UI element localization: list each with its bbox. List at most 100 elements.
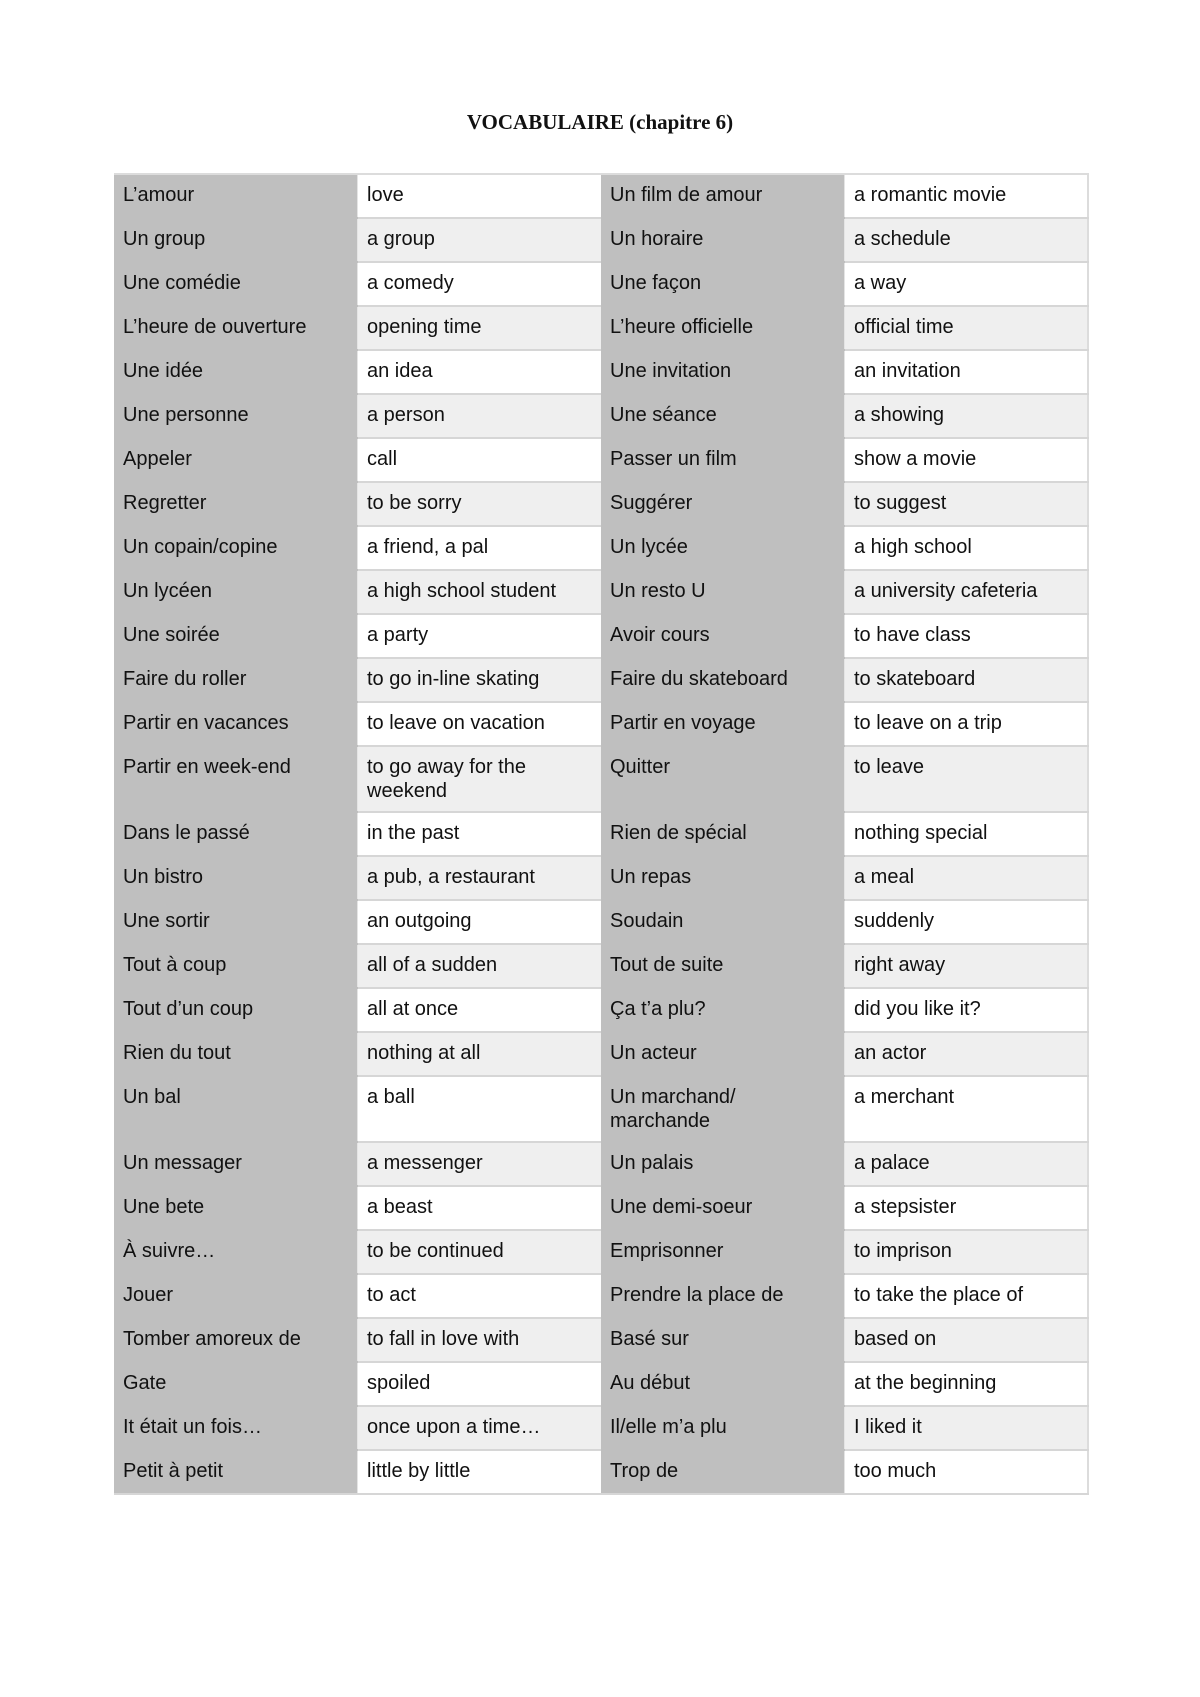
- french-term-cell: Regretter: [114, 482, 358, 527]
- english-translation-cell: little by little: [357, 1450, 601, 1495]
- table-row: À suivre… to be continued Emprisonner to im…: [114, 1230, 1088, 1275]
- english-translation-cell: an invitation: [844, 350, 1088, 395]
- english-translation-cell: at the beginning: [844, 1362, 1088, 1407]
- english-translation-cell: nothing at all: [357, 1032, 601, 1077]
- english-translation-cell: an idea: [357, 350, 601, 395]
- english-translation-cell: love: [357, 174, 601, 219]
- table-row: Petit à petit little by little Trop de too …: [114, 1450, 1088, 1495]
- french-term-cell: L’amour: [114, 174, 358, 219]
- french-term-cell: Il/elle m’a plu: [601, 1406, 845, 1451]
- english-translation-cell: in the past: [357, 812, 601, 857]
- french-term-cell: Un group: [114, 218, 358, 263]
- english-translation-cell: to leave on vacation: [357, 702, 601, 747]
- english-translation-cell: to leave on a trip: [844, 702, 1088, 747]
- french-term-cell: Rien du tout: [114, 1032, 358, 1077]
- french-term-cell: Au début: [601, 1362, 845, 1407]
- english-translation-cell: a messenger: [357, 1142, 601, 1187]
- french-term-cell: Petit à petit: [114, 1450, 358, 1495]
- french-term-cell: Basé sur: [601, 1318, 845, 1363]
- french-term-cell: À suivre…: [114, 1230, 358, 1275]
- french-term-cell: Gate: [114, 1362, 358, 1407]
- french-term-cell: L’heure officielle: [601, 306, 845, 351]
- french-term-cell: Une comédie: [114, 262, 358, 307]
- french-term-cell: Partir en week-end: [114, 746, 358, 813]
- french-term-cell: L’heure de ouverture: [114, 306, 358, 351]
- table-row: Regretter to be sorry Suggérer to suggest: [114, 482, 1088, 527]
- french-term-cell: Faire du roller: [114, 658, 358, 703]
- french-term-cell: Un lycéen: [114, 570, 358, 615]
- table-row: Gate spoiled Au début at the beginning: [114, 1362, 1088, 1407]
- french-term-cell: Quitter: [601, 746, 845, 813]
- french-term-cell: Avoir cours: [601, 614, 845, 659]
- french-term-cell: Emprisonner: [601, 1230, 845, 1275]
- english-translation-cell: all of a sudden: [357, 944, 601, 989]
- english-translation-cell: to have class: [844, 614, 1088, 659]
- english-translation-cell: a romantic movie: [844, 174, 1088, 219]
- english-translation-cell: to act: [357, 1274, 601, 1319]
- table-row: Faire du roller to go in-line skating Fair…: [114, 658, 1088, 703]
- french-term-cell: Rien de spécial: [601, 812, 845, 857]
- english-translation-cell: a friend, a pal: [357, 526, 601, 571]
- french-term-cell: Un copain/copine: [114, 526, 358, 571]
- french-term-cell: Une idée: [114, 350, 358, 395]
- english-translation-cell: to suggest: [844, 482, 1088, 527]
- english-translation-cell: official time: [844, 306, 1088, 351]
- french-term-cell: Suggérer: [601, 482, 845, 527]
- table-row: L’amour love Un film de amour a romantic mo…: [114, 174, 1088, 219]
- english-translation-cell: show a movie: [844, 438, 1088, 483]
- french-term-cell: Une façon: [601, 262, 845, 307]
- french-term-cell: Un messager: [114, 1142, 358, 1187]
- english-translation-cell: a high school student: [357, 570, 601, 615]
- english-translation-cell: too much: [844, 1450, 1088, 1495]
- table-row: L’heure de ouverture opening time L’heure …: [114, 306, 1088, 351]
- vocabulary-table-body: L’amour love Un film de amour a romantic mo…: [114, 174, 1088, 1495]
- page-title: VOCABULAIRE (chapitre 6): [466, 110, 734, 134]
- english-translation-cell: a group: [357, 218, 601, 263]
- english-translation-cell: a way: [844, 262, 1088, 307]
- french-term-cell: Soudain: [601, 900, 845, 945]
- french-term-cell: Une bete: [114, 1186, 358, 1231]
- table-row: Un bal a ball Un marchand/ marchande a merc…: [114, 1076, 1088, 1143]
- english-translation-cell: a ball: [357, 1076, 601, 1143]
- french-term-cell: Un lycée: [601, 526, 845, 571]
- english-translation-cell: opening time: [357, 306, 601, 351]
- english-translation-cell: a party: [357, 614, 601, 659]
- english-translation-cell: right away: [844, 944, 1088, 989]
- table-row: Appeler call Passer un film show a movie: [114, 438, 1088, 483]
- french-term-cell: Appeler: [114, 438, 358, 483]
- french-term-cell: Une soirée: [114, 614, 358, 659]
- table-row: Une idée an idea Une invitation an invitati…: [114, 350, 1088, 395]
- table-row: Partir en vacances to leave on vacation Pa…: [114, 702, 1088, 747]
- french-term-cell: Trop de: [601, 1450, 845, 1495]
- french-term-cell: Tout à coup: [114, 944, 358, 989]
- french-term-cell: Partir en voyage: [601, 702, 845, 747]
- table-row: Dans le passé in the past Rien de spécial n…: [114, 812, 1088, 857]
- english-translation-cell: a schedule: [844, 218, 1088, 263]
- french-term-cell: Tout d’un coup: [114, 988, 358, 1033]
- english-translation-cell: did you like it?: [844, 988, 1088, 1033]
- english-translation-cell: to skateboard: [844, 658, 1088, 703]
- english-translation-cell: based on: [844, 1318, 1088, 1363]
- french-term-cell: Une séance: [601, 394, 845, 439]
- french-term-cell: Une personne: [114, 394, 358, 439]
- french-term-cell: Un film de amour: [601, 174, 845, 219]
- french-term-cell: Un bal: [114, 1076, 358, 1143]
- english-translation-cell: a showing: [844, 394, 1088, 439]
- english-translation-cell: all at once: [357, 988, 601, 1033]
- english-translation-cell: to go away for the weekend: [357, 746, 601, 813]
- french-term-cell: Un horaire: [601, 218, 845, 263]
- french-term-cell: It était un fois…: [114, 1406, 358, 1451]
- table-row: Rien du tout nothing at all Un acteur an ac…: [114, 1032, 1088, 1077]
- french-term-cell: Un acteur: [601, 1032, 845, 1077]
- table-row: Un lycéen a high school student Un resto U…: [114, 570, 1088, 615]
- table-row: Un bistro a pub, a restaurant Un repas a me…: [114, 856, 1088, 901]
- english-translation-cell: an actor: [844, 1032, 1088, 1077]
- english-translation-cell: to leave: [844, 746, 1088, 813]
- french-term-cell: Tomber amoreux de: [114, 1318, 358, 1363]
- english-translation-cell: suddenly: [844, 900, 1088, 945]
- english-translation-cell: a high school: [844, 526, 1088, 571]
- french-term-cell: Tout de suite: [601, 944, 845, 989]
- table-row: It était un fois… once upon a time… Il/ell…: [114, 1406, 1088, 1451]
- english-translation-cell: to be sorry: [357, 482, 601, 527]
- english-translation-cell: call: [357, 438, 601, 483]
